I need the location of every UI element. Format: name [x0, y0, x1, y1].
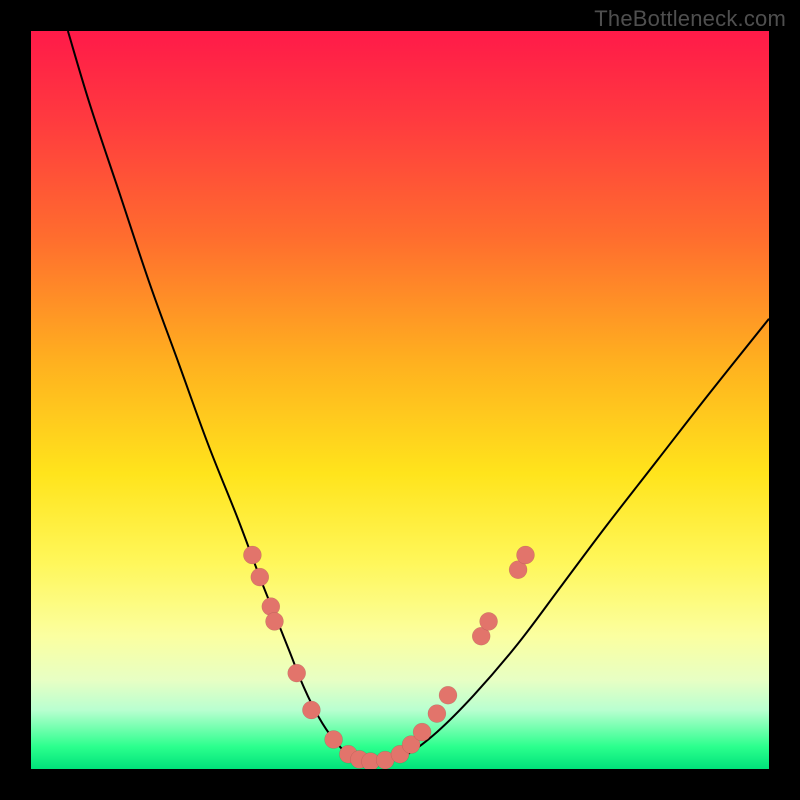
- plot-area: [31, 31, 769, 769]
- scatter-dot: [243, 546, 261, 564]
- scatter-dot: [413, 723, 431, 741]
- scatter-dot: [266, 612, 284, 630]
- scatter-dot: [288, 664, 306, 682]
- watermark-text: TheBottleneck.com: [594, 6, 786, 32]
- scatter-group: [243, 546, 534, 769]
- chart-stage: TheBottleneck.com: [0, 0, 800, 800]
- scatter-dot: [439, 686, 457, 704]
- scatter-dot: [325, 731, 343, 749]
- scatter-dot: [428, 705, 446, 723]
- scatter-dot: [517, 546, 535, 564]
- scatter-dot: [302, 701, 320, 719]
- bottleneck-curve: [68, 31, 769, 763]
- curve-svg: [31, 31, 769, 769]
- scatter-dot: [251, 568, 269, 586]
- scatter-dot: [480, 612, 498, 630]
